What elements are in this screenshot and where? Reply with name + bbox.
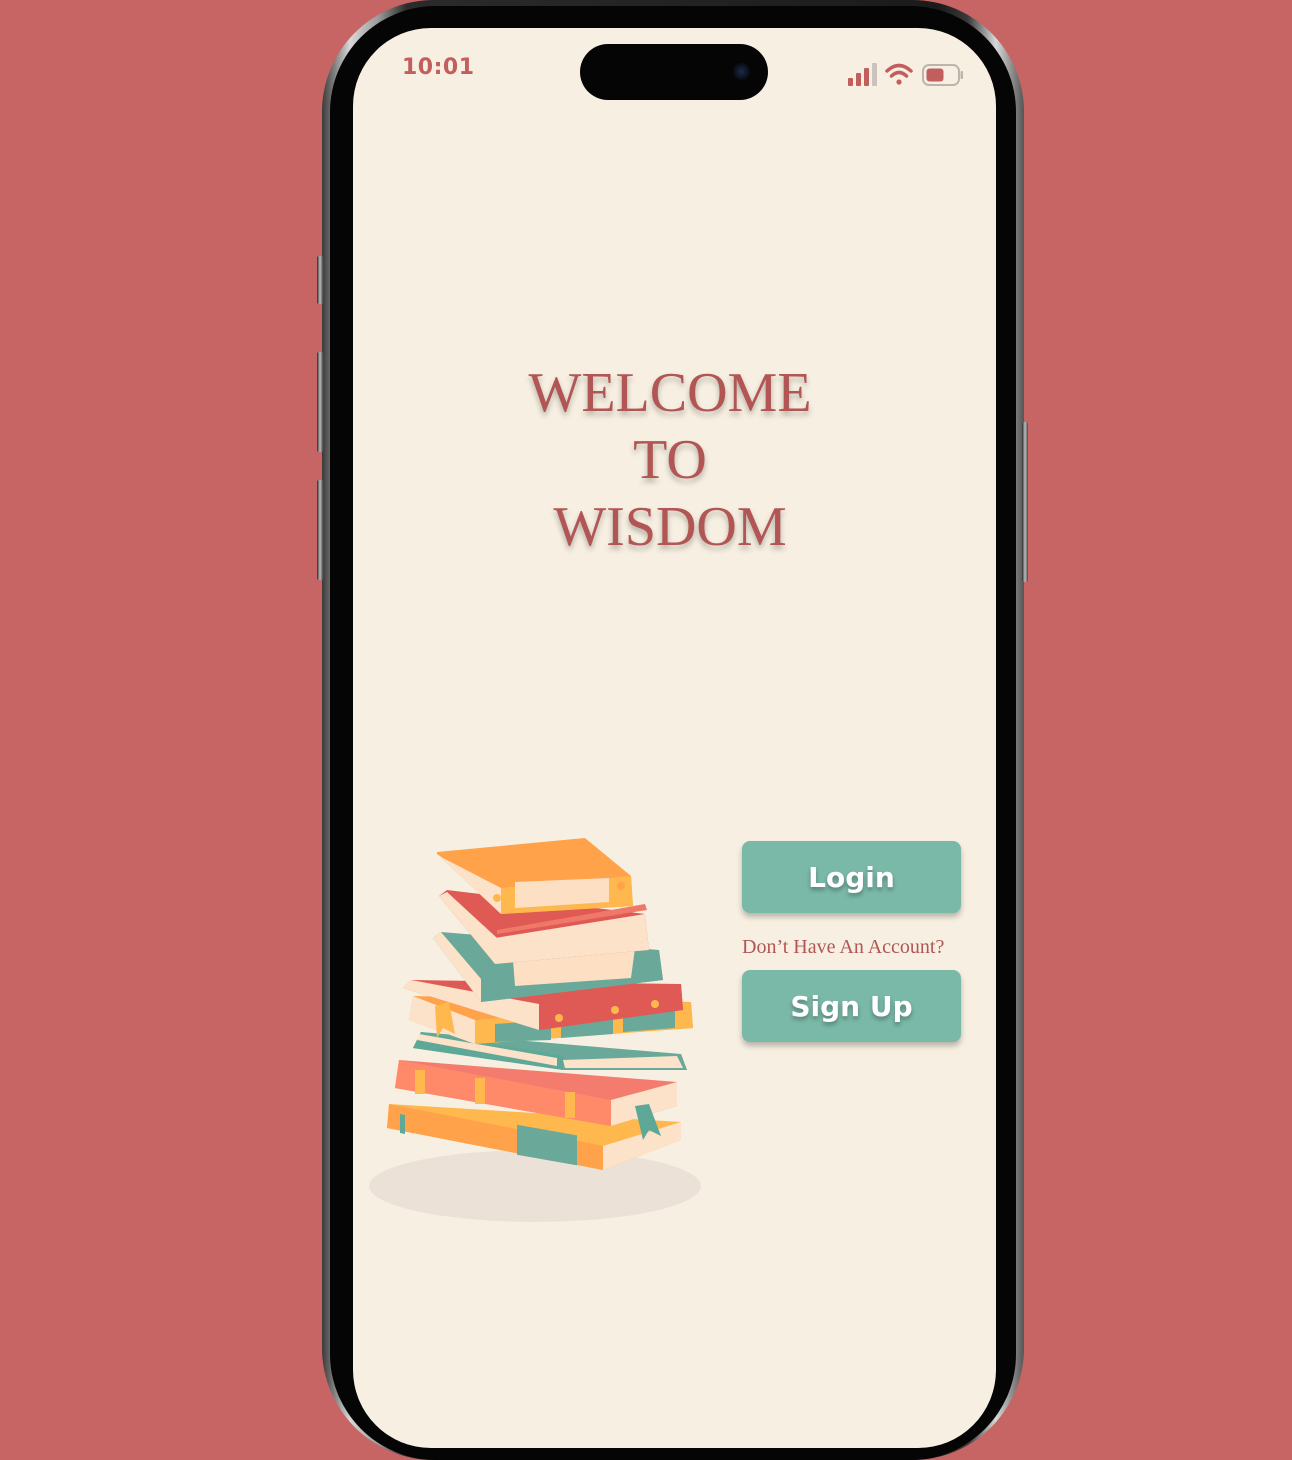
camera-icon xyxy=(733,63,750,80)
welcome-title-line-3: WISDOM xyxy=(553,496,787,558)
cellular-signal-icon xyxy=(848,63,877,86)
welcome-title-line-2: TO xyxy=(633,429,707,491)
status-time: 10:01 xyxy=(402,55,475,80)
welcome-title: WELCOME TO WISDOM xyxy=(470,360,870,561)
dynamic-island xyxy=(580,44,768,100)
status-icons xyxy=(848,63,963,86)
volume-up-button xyxy=(317,352,323,452)
battery-icon xyxy=(922,64,963,86)
no-account-text: Don’t Have An Account? xyxy=(742,936,945,958)
book-stack-illustration xyxy=(369,838,701,1222)
signup-button[interactable]: Sign Up xyxy=(742,970,961,1042)
volume-down-button xyxy=(317,480,323,580)
app-screen xyxy=(353,28,996,1448)
wifi-icon xyxy=(885,63,913,85)
welcome-title-line-1: WELCOME xyxy=(528,362,812,424)
power-button xyxy=(1022,422,1028,582)
action-button xyxy=(317,256,323,304)
login-button[interactable]: Login xyxy=(742,841,961,913)
